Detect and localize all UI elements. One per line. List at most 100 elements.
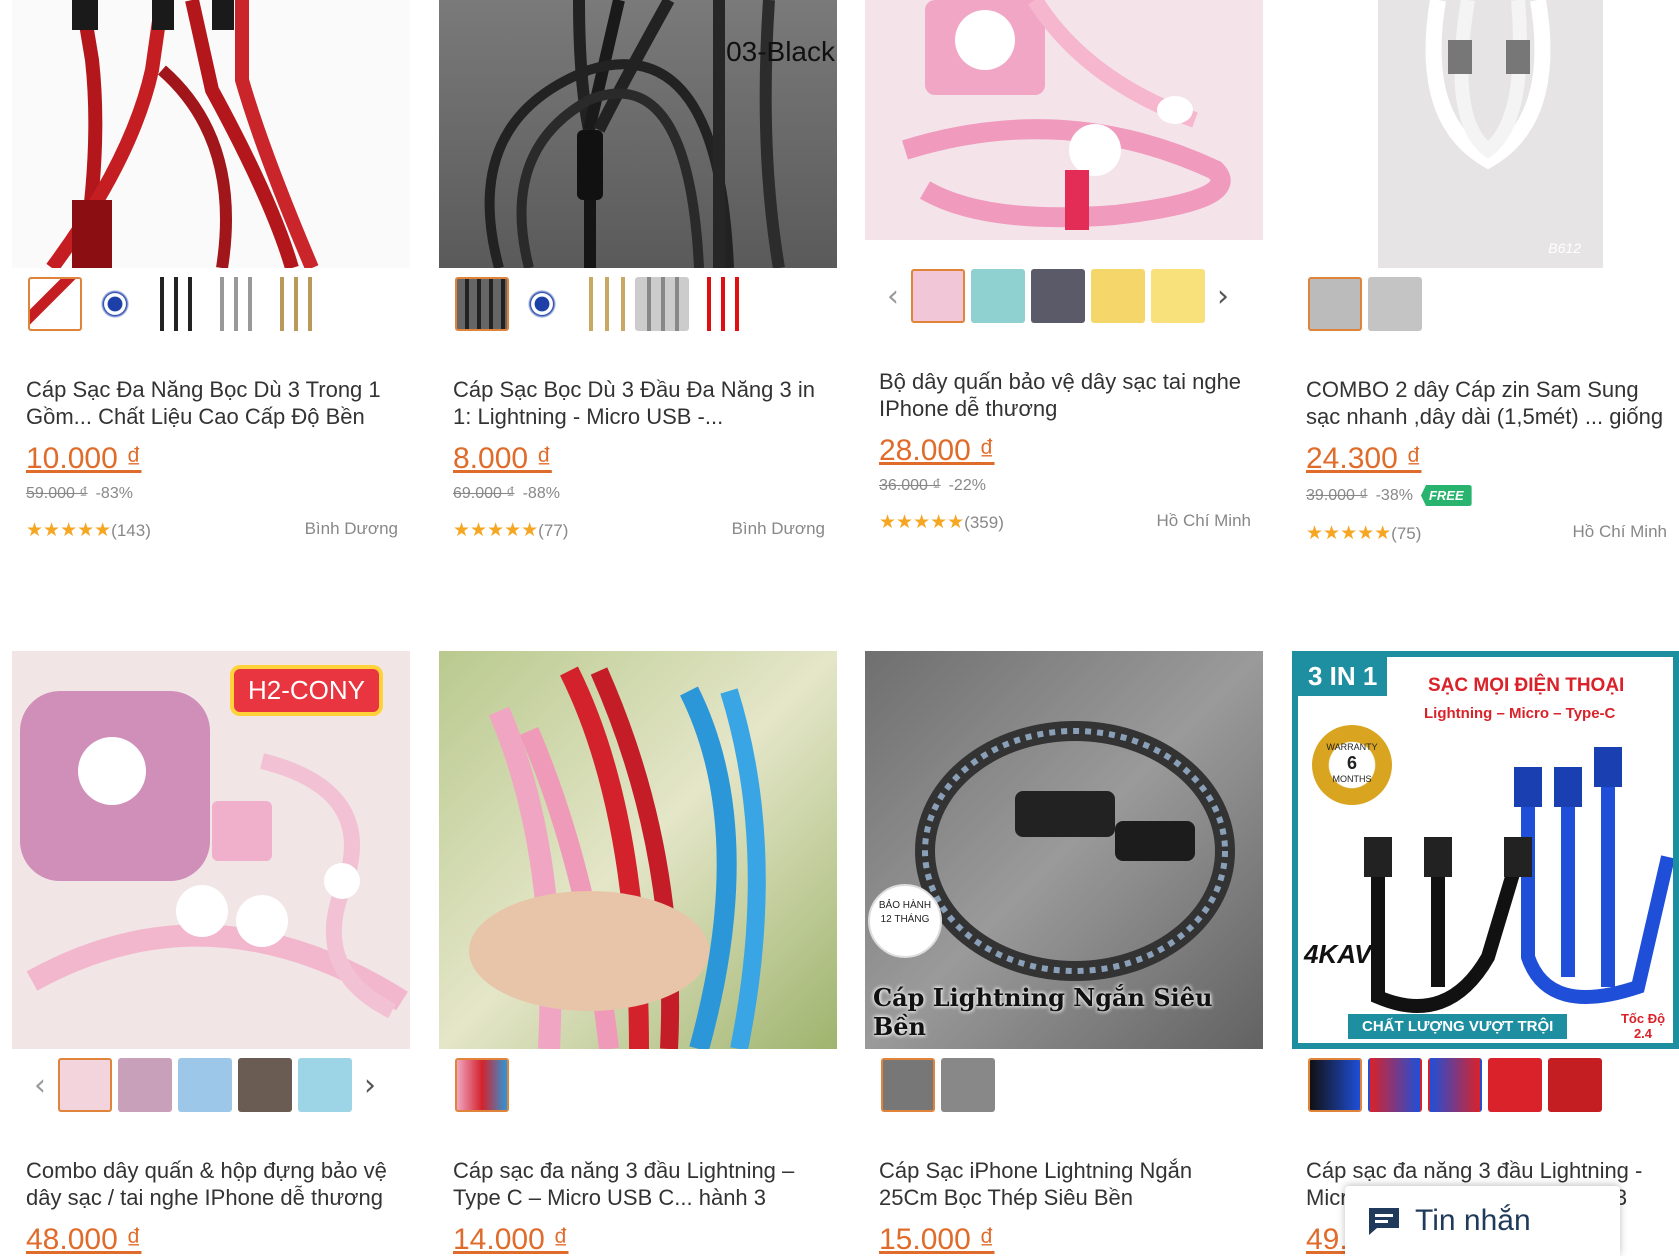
product-card[interactable]: H2-CONY ‹ › Combo dây quấn & hộp đựng bả…	[12, 651, 410, 1256]
product-card[interactable]: BẢO HÀNH 12 THÁNG Cáp Lightning Ngắn Siê…	[865, 651, 1263, 1256]
thumbnail-strip	[439, 1057, 837, 1113]
rating-stars-icon: ★★★★★	[1306, 522, 1392, 544]
product-card[interactable]: Cáp Sạc Đa Năng Bọc Dù 3 Trong 1 Gồm... …	[12, 0, 410, 541]
review-count: (75)	[1391, 524, 1422, 543]
image-caption: Cáp Lightning Ngắn Siêu Bền	[873, 983, 1213, 1041]
product-image[interactable]: 03-Black	[439, 0, 837, 268]
thumbnail[interactable]	[1488, 1058, 1542, 1112]
old-price: 36.000 ₫	[879, 477, 941, 494]
brand-logo: 4KAVI	[1304, 939, 1379, 969]
product-image[interactable]: 3 IN 1 SẠC MỌI ĐIỆN THOẠI Lightning – Mi…	[1292, 651, 1679, 1049]
thumbnail[interactable]	[1368, 277, 1422, 331]
thumbnail-strip	[12, 276, 410, 332]
product-image[interactable]: H2-CONY	[12, 651, 410, 1049]
product-title[interactable]: Bộ dây quấn bảo vệ dây sạc tai nghe IPho…	[865, 368, 1263, 422]
product-title[interactable]: Cáp Sạc Đa Năng Bọc Dù 3 Trong 1 Gồm... …	[12, 376, 410, 430]
product-card[interactable]: ‹ › Bộ dây quấn bảo vệ dây sạc tai nghe …	[865, 0, 1263, 533]
thumbnail[interactable]	[455, 1058, 509, 1112]
product-price: 28.000 ₫	[879, 434, 995, 467]
next-thumb-arrow-icon[interactable]: ›	[358, 1058, 382, 1112]
review-count: (359)	[964, 513, 1004, 532]
thumbnail[interactable]	[268, 277, 322, 331]
thumbnail[interactable]	[1368, 1058, 1422, 1112]
old-price: 59.000 ₫	[26, 485, 88, 502]
thumbnail[interactable]	[881, 1058, 935, 1112]
prev-thumb-arrow-icon[interactable]: ‹	[28, 1058, 52, 1112]
thumbnail[interactable]	[178, 1058, 232, 1112]
thumbnail[interactable]	[575, 277, 629, 331]
chat-button[interactable]: Tin nhắn	[1345, 1186, 1620, 1256]
rating-stars-icon: ★★★★★	[453, 519, 539, 541]
thumbnail[interactable]	[1031, 269, 1085, 323]
thumbnail[interactable]	[515, 277, 569, 331]
rating-row: ★★★★★(75) Hồ Chí Minh	[1292, 522, 1679, 544]
thumbnail[interactable]	[1548, 1058, 1602, 1112]
old-price: 39.000 ₫	[1306, 486, 1368, 504]
chat-bubble-icon	[1367, 1206, 1401, 1236]
review-count: (143)	[111, 521, 151, 540]
product-price: 8.000 ₫	[453, 442, 552, 475]
discount-label: -38%	[1375, 486, 1413, 504]
product-card[interactable]: 3 IN 1 SẠC MỌI ĐIỆN THOẠI Lightning – Mi…	[1292, 651, 1679, 1256]
price-meta: 36.000 ₫ -22%	[865, 477, 1263, 495]
prev-thumb-arrow-icon[interactable]: ‹	[881, 269, 905, 323]
thumbnail[interactable]	[28, 277, 82, 331]
thumbnail[interactable]	[58, 1058, 112, 1112]
thumbnail-strip	[1292, 1057, 1679, 1113]
image-corner: Tốc Độ 2.4	[1620, 1011, 1666, 1041]
thumbnail[interactable]	[148, 277, 202, 331]
thumbnail[interactable]	[298, 1058, 352, 1112]
product-title[interactable]: Cáp Sạc iPhone Lightning Ngắn 25Cm Bọc T…	[865, 1157, 1263, 1211]
product-price: 15.000 ₫	[879, 1223, 995, 1256]
discount-label: -88%	[522, 485, 560, 502]
seller-location: Bình Dương	[304, 519, 398, 538]
thumbnail[interactable]	[118, 1058, 172, 1112]
review-count: (77)	[538, 521, 569, 540]
rating-row: ★★★★★(359) Hồ Chí Minh	[865, 511, 1263, 533]
product-card[interactable]: 03-Black Cáp Sạc Bọc Dù 3 Đầu Đa Năng 3 …	[439, 0, 837, 541]
thumbnail[interactable]	[1151, 269, 1205, 323]
warranty-badge: BẢO HÀNH 12 THÁNG	[878, 900, 932, 925]
old-price: 69.000 ₫	[453, 485, 515, 502]
thumbnail[interactable]	[1308, 277, 1362, 331]
product-image[interactable]	[12, 0, 410, 268]
product-title[interactable]: COMBO 2 dây Cáp zin Sam Sung sạc nhanh ,…	[1292, 376, 1679, 430]
product-card[interactable]: Cáp sạc đa năng 3 đầu Lightning – Type C…	[439, 651, 837, 1256]
thumbnail-strip	[865, 1057, 1263, 1113]
discount-label: -22%	[948, 477, 986, 494]
thumbnail[interactable]	[695, 277, 749, 331]
price-meta: 59.000 ₫ -83%	[12, 485, 410, 503]
chat-label: Tin nhắn	[1415, 1204, 1531, 1237]
rating-row: ★★★★★(77) Bình Dương	[439, 519, 837, 541]
product-image[interactable]: BẢO HÀNH 12 THÁNG Cáp Lightning Ngắn Siê…	[865, 651, 1263, 1049]
product-card[interactable]: B612 COMBO 2 dây Cáp zin Sam Sung sạc nh…	[1292, 0, 1679, 544]
thumbnail[interactable]	[635, 277, 689, 331]
product-price: 24.300 ₫	[1306, 442, 1422, 475]
seller-location: Hồ Chí Minh	[1572, 522, 1667, 541]
thumbnail[interactable]	[1428, 1058, 1482, 1112]
product-image[interactable]	[865, 0, 1263, 240]
thumbnail[interactable]	[208, 277, 262, 331]
seller-location: Bình Dương	[731, 519, 825, 538]
free-shipping-badge: FREE	[1420, 485, 1472, 506]
thumbnail[interactable]	[238, 1058, 292, 1112]
thumbnail[interactable]	[911, 269, 965, 323]
product-image[interactable]	[439, 651, 837, 1049]
thumbnail[interactable]	[88, 277, 142, 331]
seller-location: Hồ Chí Minh	[1156, 511, 1251, 530]
product-image[interactable]: B612	[1292, 0, 1679, 268]
product-title[interactable]: Cáp Sạc Bọc Dù 3 Đầu Đa Năng 3 in 1: Lig…	[439, 376, 837, 430]
product-price: 14.000 ₫	[453, 1223, 569, 1256]
thumbnail[interactable]	[941, 1058, 995, 1112]
next-thumb-arrow-icon[interactable]: ›	[1211, 269, 1235, 323]
thumbnail[interactable]	[455, 277, 509, 331]
product-title[interactable]: Cáp sạc đa năng 3 đầu Lightning – Type C…	[439, 1157, 837, 1211]
thumbnail[interactable]	[971, 269, 1025, 323]
rating-stars-icon: ★★★★★	[879, 511, 965, 533]
product-price: 10.000 ₫	[26, 442, 142, 475]
thumbnail-strip	[439, 276, 837, 332]
product-price: 48.000 ₫	[26, 1223, 142, 1256]
thumbnail[interactable]	[1091, 269, 1145, 323]
product-title[interactable]: Combo dây quấn & hộp đựng bảo vệ dây sạc…	[12, 1157, 410, 1211]
thumbnail[interactable]	[1308, 1058, 1362, 1112]
